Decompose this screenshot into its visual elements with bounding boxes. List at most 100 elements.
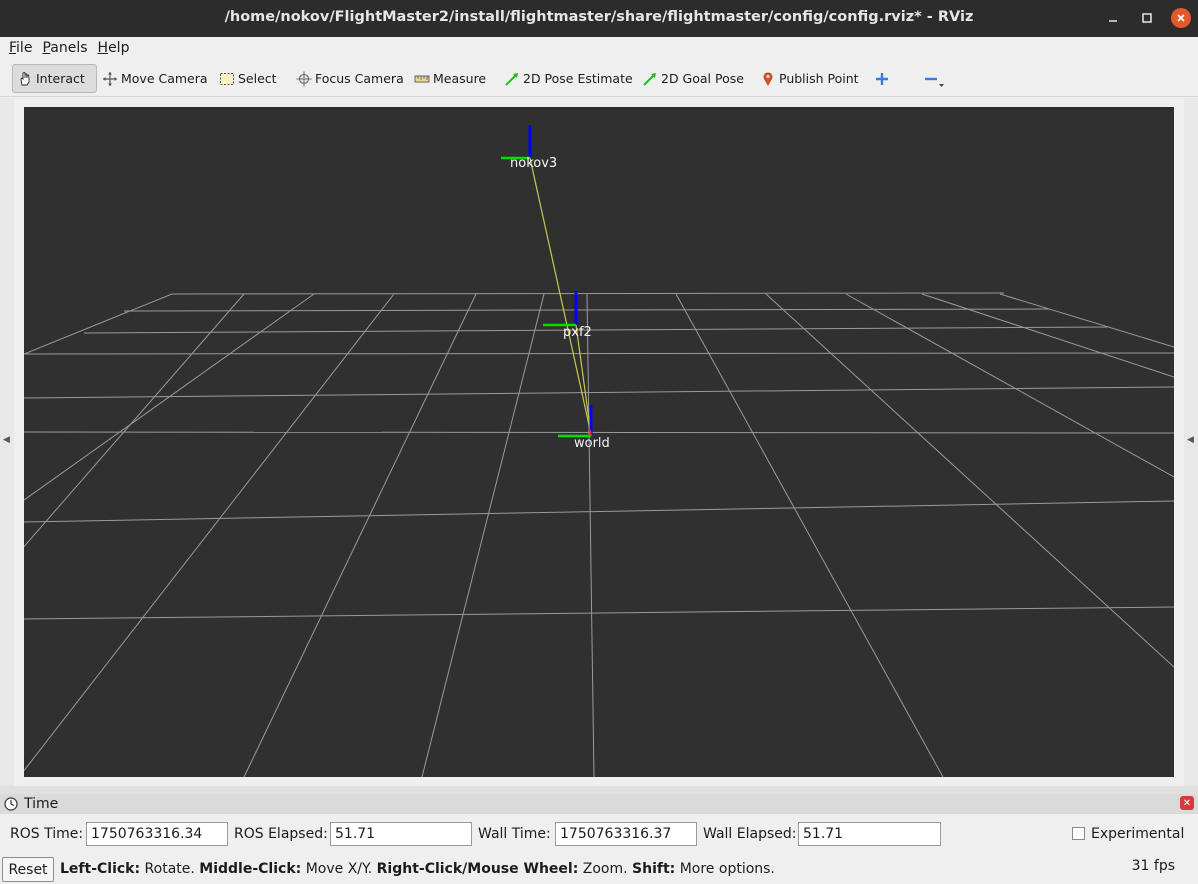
map-pin-icon: [763, 71, 773, 86]
move-arrows-icon: [103, 71, 117, 86]
experimental-label: Experimental: [1091, 826, 1185, 842]
minimize-icon[interactable]: [1103, 8, 1123, 28]
grid-line: [675, 293, 944, 778]
plus-icon: [876, 72, 888, 85]
ruler-icon: [414, 75, 430, 82]
interact-label: Interact: [36, 71, 85, 86]
chevron-left-icon: ◀: [1187, 435, 1194, 445]
select-box-icon: [220, 72, 234, 85]
goal-pose-tool-button[interactable]: 2D Goal Pose: [638, 64, 748, 93]
ros-time-label: ROS Time:: [10, 826, 84, 842]
render-viewport[interactable]: nokov3 pxf2 world: [0, 107, 1175, 778]
add-tool-button[interactable]: [870, 64, 897, 93]
measure-tool-button[interactable]: Measure: [410, 64, 490, 93]
reset-button[interactable]: Reset: [2, 857, 54, 882]
left-dock-toggle[interactable]: ◀: [0, 98, 14, 786]
grid-line: [23, 500, 1175, 523]
time-panel-title: Time: [24, 796, 59, 812]
grid-line: [83, 326, 1110, 334]
select-label: Select: [238, 71, 277, 86]
grid-line: [845, 293, 1175, 478]
frame-label-world: world: [574, 436, 610, 451]
frame-nokov3: nokov3: [501, 125, 557, 171]
green-arrow-icon: [505, 72, 518, 86]
clock-icon: [4, 797, 18, 811]
menu-panels[interactable]: Panels: [37, 40, 92, 56]
mouse-hint: Left-Click: Rotate. Middle-Click: Move X…: [60, 861, 775, 877]
crosshair-icon: [296, 71, 312, 86]
grid-line: [0, 293, 245, 575]
grid-line: [23, 293, 173, 355]
move-camera-tool-button[interactable]: Move Camera: [98, 64, 212, 93]
tf-link-line: [575, 324, 592, 435]
grid-line: [23, 352, 1175, 355]
menu-help-label: elp: [108, 40, 130, 56]
hint-right-click: Right-Click/Mouse Wheel:: [376, 861, 579, 877]
fps-counter: 31 fps: [1131, 858, 1175, 874]
hint-right-action: Zoom.: [578, 861, 633, 877]
panel-splitter[interactable]: [0, 786, 1198, 794]
interact-tool-button[interactable]: Interact: [12, 64, 97, 93]
grid-line: [243, 293, 477, 778]
hint-shift: Shift:: [632, 861, 676, 877]
pose-estimate-tool-button[interactable]: 2D Pose Estimate: [500, 64, 637, 93]
maximize-icon[interactable]: [1137, 8, 1157, 28]
time-panel-body: ROS Time: ROS Elapsed: Wall Time: Wall E…: [0, 814, 1198, 854]
menu-help-mnemonic: H: [97, 40, 109, 56]
frame-world: world: [558, 405, 610, 451]
minus-icon: [925, 77, 944, 87]
grid-line: [23, 386, 1175, 399]
chevron-left-icon: ◀: [3, 435, 10, 445]
focus-camera-tool-button[interactable]: Focus Camera: [292, 64, 408, 93]
grid-line: [171, 292, 1005, 295]
ros-elapsed-field[interactable]: [330, 822, 472, 846]
ros-elapsed-label: ROS Elapsed:: [234, 826, 328, 842]
ros-time-field[interactable]: [86, 822, 228, 846]
menu-file-mnemonic: F: [9, 40, 17, 56]
measure-label: Measure: [433, 71, 487, 86]
tool-bar: Interact Move Camera Select Focus Camera…: [0, 59, 1198, 97]
select-tool-button[interactable]: Select: [215, 64, 281, 93]
frame-label-nokov3: nokov3: [510, 156, 557, 171]
grid-line: [0, 293, 315, 518]
wall-time-field[interactable]: [555, 822, 697, 846]
status-bar: Reset Left-Click: Rotate. Middle-Click: …: [0, 854, 1198, 884]
grid-line: [586, 293, 595, 778]
time-panel-header: Time ✕: [0, 794, 1198, 814]
frame-pxf2: pxf2: [543, 291, 592, 340]
menu-bar: File Panels Help: [0, 37, 1198, 59]
green-arrow-icon: [643, 72, 656, 86]
grid-line: [18, 293, 395, 778]
hand-icon: [20, 71, 30, 85]
remove-tool-button[interactable]: [918, 64, 957, 93]
menu-file[interactable]: File: [4, 40, 37, 56]
grid-line: [23, 606, 1175, 620]
frame-label-pxf2: pxf2: [563, 325, 592, 340]
hint-shift-action: More options.: [675, 861, 775, 877]
focus-camera-label: Focus Camera: [315, 71, 404, 86]
tf-frames: nokov3 pxf2 world: [501, 125, 610, 451]
pose-estimate-label: 2D Pose Estimate: [523, 71, 633, 86]
wall-elapsed-field[interactable]: [798, 822, 941, 846]
ground-grid: [0, 292, 1175, 778]
publish-point-tool-button[interactable]: Publish Point: [756, 64, 863, 93]
experimental-checkbox[interactable]: [1072, 827, 1085, 840]
right-dock-toggle[interactable]: ◀: [1184, 98, 1198, 786]
wall-time-label: Wall Time:: [478, 826, 551, 842]
goal-pose-label: 2D Goal Pose: [661, 71, 744, 86]
menu-file-label: ile: [16, 40, 33, 56]
grid-line: [999, 293, 1175, 348]
move-camera-label: Move Camera: [121, 71, 208, 86]
menu-help[interactable]: Help: [93, 40, 135, 56]
hint-left-action: Rotate.: [140, 861, 200, 877]
grid-line: [23, 431, 1175, 434]
wall-elapsed-label: Wall Elapsed:: [703, 826, 797, 842]
close-icon[interactable]: [1171, 8, 1191, 28]
window-titlebar: /home/nokov/FlightMaster2/install/flight…: [0, 0, 1198, 37]
grid-line: [123, 308, 1050, 312]
publish-point-label: Publish Point: [779, 71, 859, 86]
scene-canvas[interactable]: nokov3 pxf2 world: [0, 107, 1175, 778]
hint-left-click: Left-Click:: [60, 861, 141, 877]
window-title: /home/nokov/FlightMaster2/install/flight…: [224, 9, 974, 25]
close-panel-icon[interactable]: ✕: [1180, 796, 1194, 810]
